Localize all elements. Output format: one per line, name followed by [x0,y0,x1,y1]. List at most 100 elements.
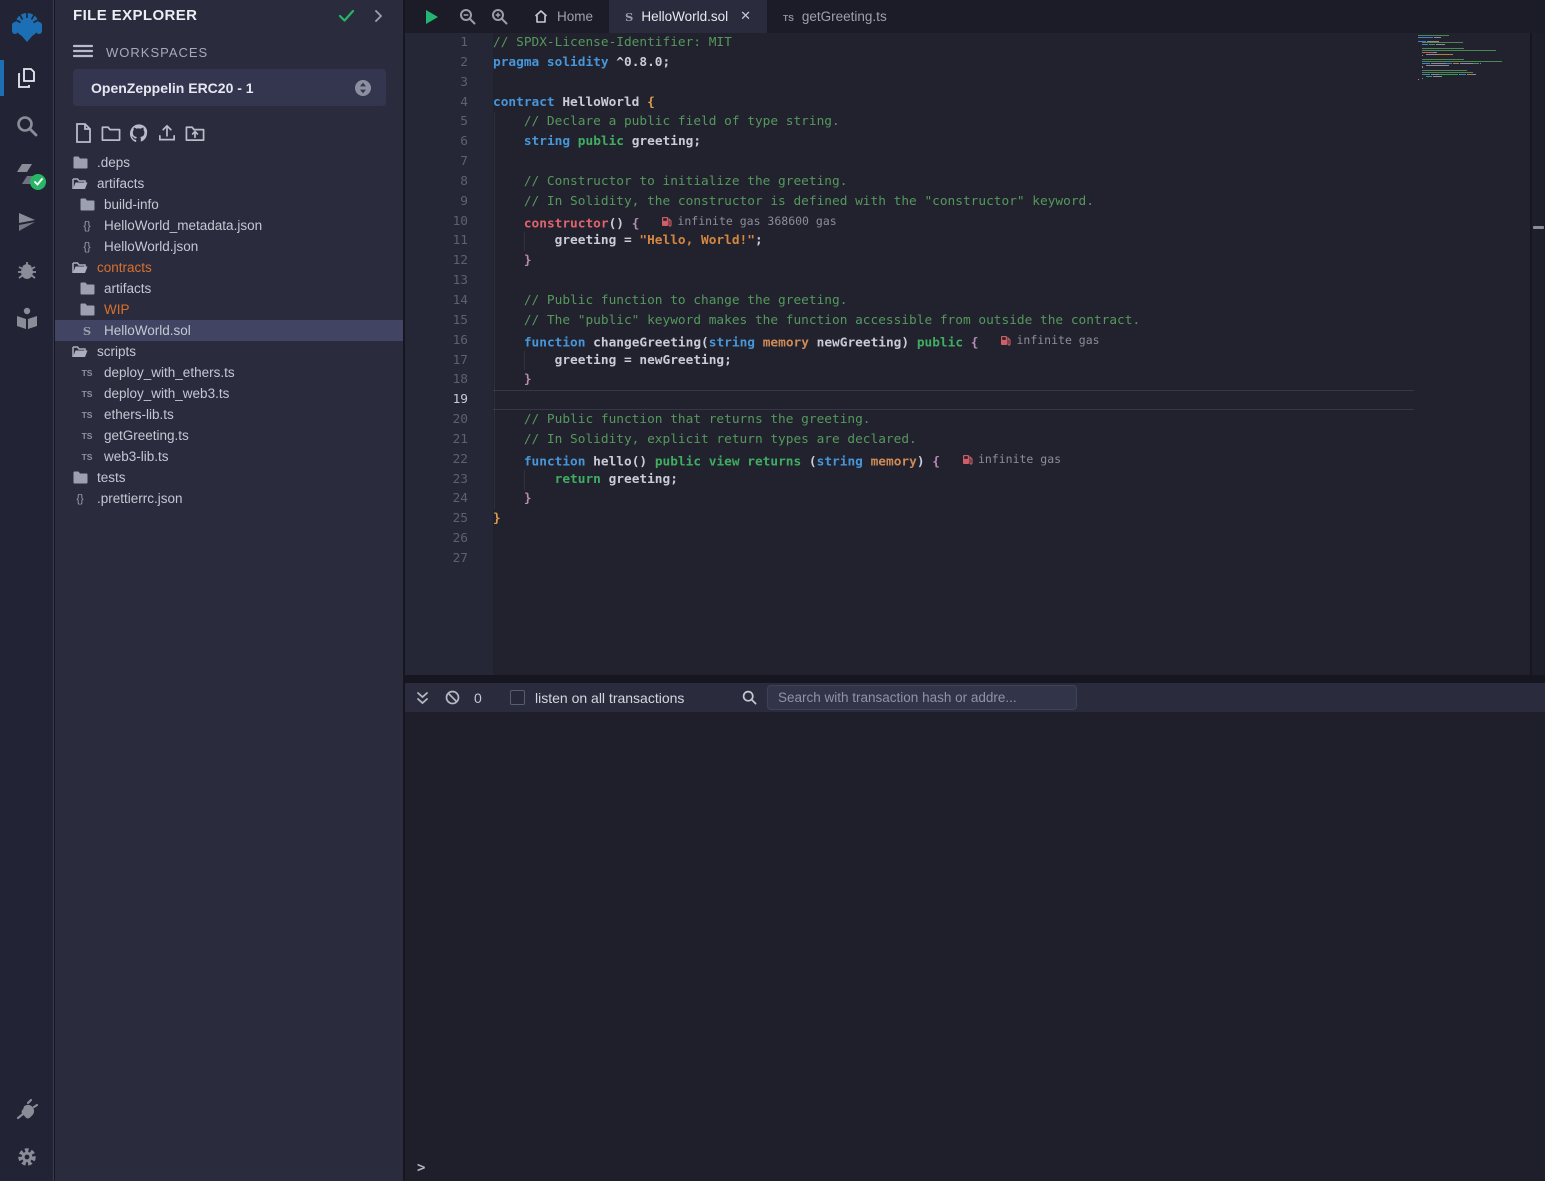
tree-item-artifacts[interactable]: artifacts [55,278,403,299]
code-line[interactable]: pragma solidity ^0.8.0; [493,53,1530,73]
code-line[interactable]: function hello() public view returns (st… [493,450,1530,470]
new-folder-icon[interactable] [101,122,121,144]
solidity-compiler-icon[interactable] [0,150,54,198]
code-line[interactable]: } [493,489,1530,509]
tree-item-ethers-lib-ts[interactable]: TSethers-lib.ts [55,404,403,425]
code-line[interactable]: // Declare a public field of type string… [493,112,1530,132]
terminal-output[interactable]: > [405,712,1545,1181]
code-line[interactable]: return greeting; [493,470,1530,490]
code-line[interactable] [493,73,1530,93]
debugger-icon[interactable] [0,246,54,294]
tab-helloworld-sol[interactable]: SHelloWorld.sol✕ [609,0,767,33]
code-line[interactable]: greeting = "Hello, World!"; [493,231,1530,251]
upload-folder-icon[interactable] [185,122,205,144]
code-line[interactable]: // Public function that returns the gree… [493,410,1530,430]
expand-terminal-icon[interactable] [416,683,429,712]
tree-item-deploy-with-web3-ts[interactable]: TSdeploy_with_web3.ts [55,383,403,404]
tree-item-wip[interactable]: WIP [55,299,403,320]
tab-getgreeting-ts[interactable]: TSgetGreeting.ts [767,0,903,33]
tree-item-label: .deps [97,155,130,170]
code-line[interactable]: // Constructor to initialize the greetin… [493,172,1530,192]
tree-item-build-info[interactable]: build-info [55,194,403,215]
tree-item-contracts[interactable]: contracts [55,257,403,278]
tree-item-label: deploy_with_web3.ts [104,386,229,401]
code-line[interactable]: } [493,370,1530,390]
learneth-icon[interactable] [0,294,54,342]
tree-item-helloworld-sol[interactable]: SHelloWorld.sol [55,320,403,341]
code-line[interactable]: // In Solidity, explicit return types ar… [493,430,1530,450]
tree-item-label: artifacts [104,281,151,296]
settings-icon[interactable] [0,1133,54,1181]
tree-item-label: artifacts [97,176,144,191]
close-tab-icon[interactable]: ✕ [740,9,751,24]
tree-item--deps[interactable]: .deps [55,152,403,173]
code-line[interactable] [493,390,1530,410]
tree-item-deploy-with-ethers-ts[interactable]: TSdeploy_with_ethers.ts [55,362,403,383]
plugin-manager-icon[interactable] [0,1085,54,1133]
code-line[interactable]: contract HelloWorld { [493,93,1530,113]
code-line[interactable]: function changeGreeting(string memory ne… [493,331,1530,351]
code-line[interactable]: } [493,509,1530,529]
workspace-select[interactable]: OpenZeppelin ERC20 - 1 [73,69,386,106]
sol-icon: S [625,9,633,24]
transaction-search-input[interactable] [767,685,1077,710]
github-icon[interactable] [129,122,149,144]
remix-logo[interactable] [0,0,54,54]
gas-estimate-badge: infinite gas 368600 gas [661,212,836,232]
new-file-icon[interactable] [73,122,93,144]
line-number: 17 [405,351,493,371]
code-line[interactable]: // Public function to change the greetin… [493,291,1530,311]
code-line[interactable]: greeting = newGreeting; [493,351,1530,371]
panel-drag-handle[interactable] [1533,226,1544,229]
tab-home[interactable]: Home [517,0,609,33]
upload-file-icon[interactable] [157,122,177,144]
workspaces-menu-icon[interactable] [73,43,93,59]
code-line[interactable] [493,152,1530,172]
line-number: 14 [405,291,493,311]
deploy-run-icon[interactable] [0,198,54,246]
tree-item-artifacts[interactable]: artifacts [55,173,403,194]
tree-item--prettierrc-json[interactable]: {}.prettierrc.json [55,488,403,509]
folder-icon [72,156,88,169]
zoom-out-icon[interactable] [453,0,481,33]
line-number: 18 [405,370,493,390]
minimap[interactable] [1418,35,1510,105]
code-line[interactable] [493,529,1530,549]
code-area[interactable]: // SPDX-License-Identifier: MITpragma so… [493,33,1530,675]
run-script-button[interactable] [417,0,445,33]
tree-item-label: HelloWorld.json [104,239,198,254]
line-number: 6 [405,132,493,152]
code-lines: // SPDX-License-Identifier: MITpragma so… [493,33,1530,569]
listen-transactions-checkbox[interactable] [510,690,525,705]
tree-item-scripts[interactable]: scripts [55,341,403,362]
file-explorer-icon[interactable] [0,54,54,102]
folder-icon [72,345,88,358]
tree-item-helloworld-metadata-json[interactable]: {}HelloWorld_metadata.json [55,215,403,236]
tree-item-label: tests [97,470,126,485]
search-icon[interactable] [0,102,54,150]
code-line[interactable]: string public greeting; [493,132,1530,152]
tab-bar: HomeSHelloWorld.sol✕TSgetGreeting.ts [405,0,1545,33]
code-line[interactable]: // The "public" keyword makes the functi… [493,311,1530,331]
tree-item-helloworld-json[interactable]: {}HelloWorld.json [55,236,403,257]
tree-item-getgreeting-ts[interactable]: TSgetGreeting.ts [55,425,403,446]
clear-console-icon[interactable] [445,683,460,712]
tree-item-tests[interactable]: tests [55,467,403,488]
code-line[interactable]: // In Solidity, the constructor is defin… [493,192,1530,212]
folder-icon [79,303,95,316]
check-icon [338,9,355,23]
chevron-right-icon[interactable] [374,9,383,23]
code-line[interactable]: // SPDX-License-Identifier: MIT [493,33,1530,53]
tree-item-web3-lib-ts[interactable]: TSweb3-lib.ts [55,446,403,467]
activity-bottom-items [0,1085,53,1181]
code-line[interactable]: } [493,251,1530,271]
line-number: 11 [405,231,493,251]
code-line[interactable] [493,271,1530,291]
code-line[interactable] [493,549,1530,569]
line-number: 7 [405,152,493,172]
editor-tabs: HomeSHelloWorld.sol✕TSgetGreeting.ts [517,0,903,33]
tab-label: getGreeting.ts [802,9,887,24]
code-line[interactable]: constructor() {infinite gas 368600 gas [493,212,1530,232]
line-number-gutter: 1234567891011121314151617181920212223242… [405,33,493,675]
zoom-in-icon[interactable] [485,0,513,33]
